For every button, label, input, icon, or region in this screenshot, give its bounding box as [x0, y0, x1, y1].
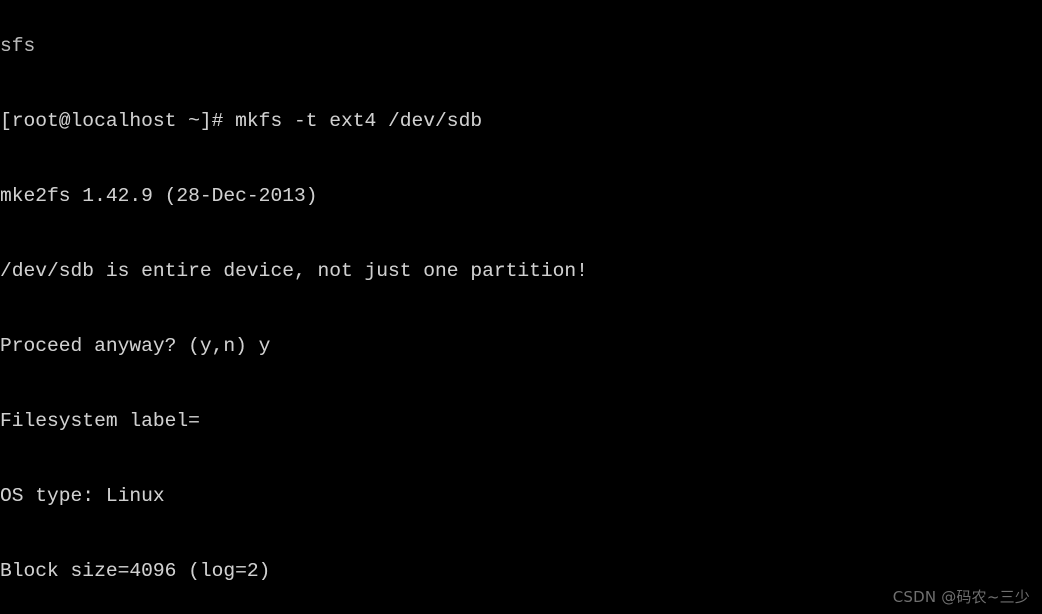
terminal-line-os-type: OS type: Linux [0, 485, 165, 507]
terminal-line-clipped: sfs [0, 35, 36, 57]
csdn-watermark: CSDN @码农~三少 [892, 588, 1030, 606]
terminal-line-proceed-prompt: Proceed anyway? (y,n) y [0, 335, 271, 357]
terminal-line-filesystem-label: Filesystem label= [0, 410, 200, 432]
terminal-output-buffer[interactable]: sfs [root@localhost ~]# mkfs -t ext4 /de… [0, 0, 1042, 614]
terminal-line-block-size: Block size=4096 (log=2) [0, 560, 271, 582]
terminal-line-mke2fs-version: mke2fs 1.42.9 (28-Dec-2013) [0, 185, 318, 207]
terminal-window[interactable]: sfs [root@localhost ~]# mkfs -t ext4 /de… [0, 0, 1042, 614]
terminal-line-prompt-command: [root@localhost ~]# mkfs -t ext4 /dev/sd… [0, 110, 483, 132]
terminal-line-device-warning: /dev/sdb is entire device, not just one … [0, 260, 588, 282]
